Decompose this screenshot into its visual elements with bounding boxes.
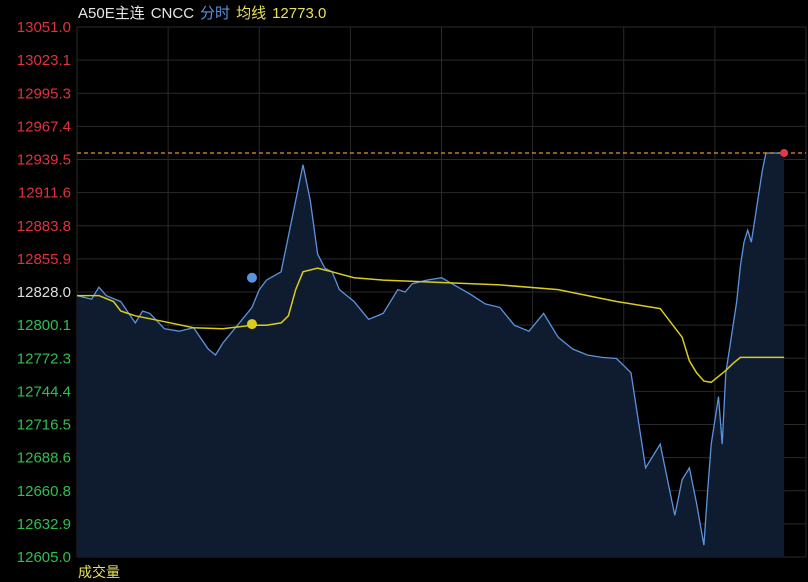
- y-tick-label: 13023.1: [17, 52, 71, 69]
- y-tick-label: 12995.3: [17, 85, 71, 102]
- y-tick-label: 12855.9: [17, 251, 71, 268]
- y-tick-label: 12688.6: [17, 450, 71, 467]
- y-tick-label: 12911.6: [18, 185, 71, 202]
- y-tick-label: 12800.1: [17, 317, 71, 334]
- y-tick-label: 13051.0: [17, 19, 71, 36]
- y-tick-label: 12772.3: [17, 350, 71, 367]
- intraday-chart[interactable]: A50E主连 CNCC 分时 均线 12773.0 13051.0 13023.1 1299…: [0, 0, 808, 580]
- y-tick-label: 12939.5: [17, 152, 71, 169]
- y-tick-label: 12605.0: [17, 549, 71, 566]
- last-price-marker: [780, 148, 789, 157]
- y-tick-label: 12883.8: [17, 218, 71, 235]
- plot-area: 13051.0 13023.1 12995.3 12967.4 12939.5 12911…: [17, 19, 807, 566]
- y-tick-label: 12632.9: [17, 516, 71, 533]
- y-tick-label: 12967.4: [17, 118, 71, 135]
- price-point-marker: [246, 272, 257, 283]
- y-tick-label: 12744.4: [17, 383, 71, 400]
- avg-point-marker: [246, 319, 257, 330]
- volume-label: 成交量: [78, 564, 120, 580]
- y-tick-label: 12828.0: [17, 284, 71, 301]
- y-tick-label: 12660.8: [17, 483, 71, 500]
- y-tick-label: 12716.5: [17, 417, 71, 434]
